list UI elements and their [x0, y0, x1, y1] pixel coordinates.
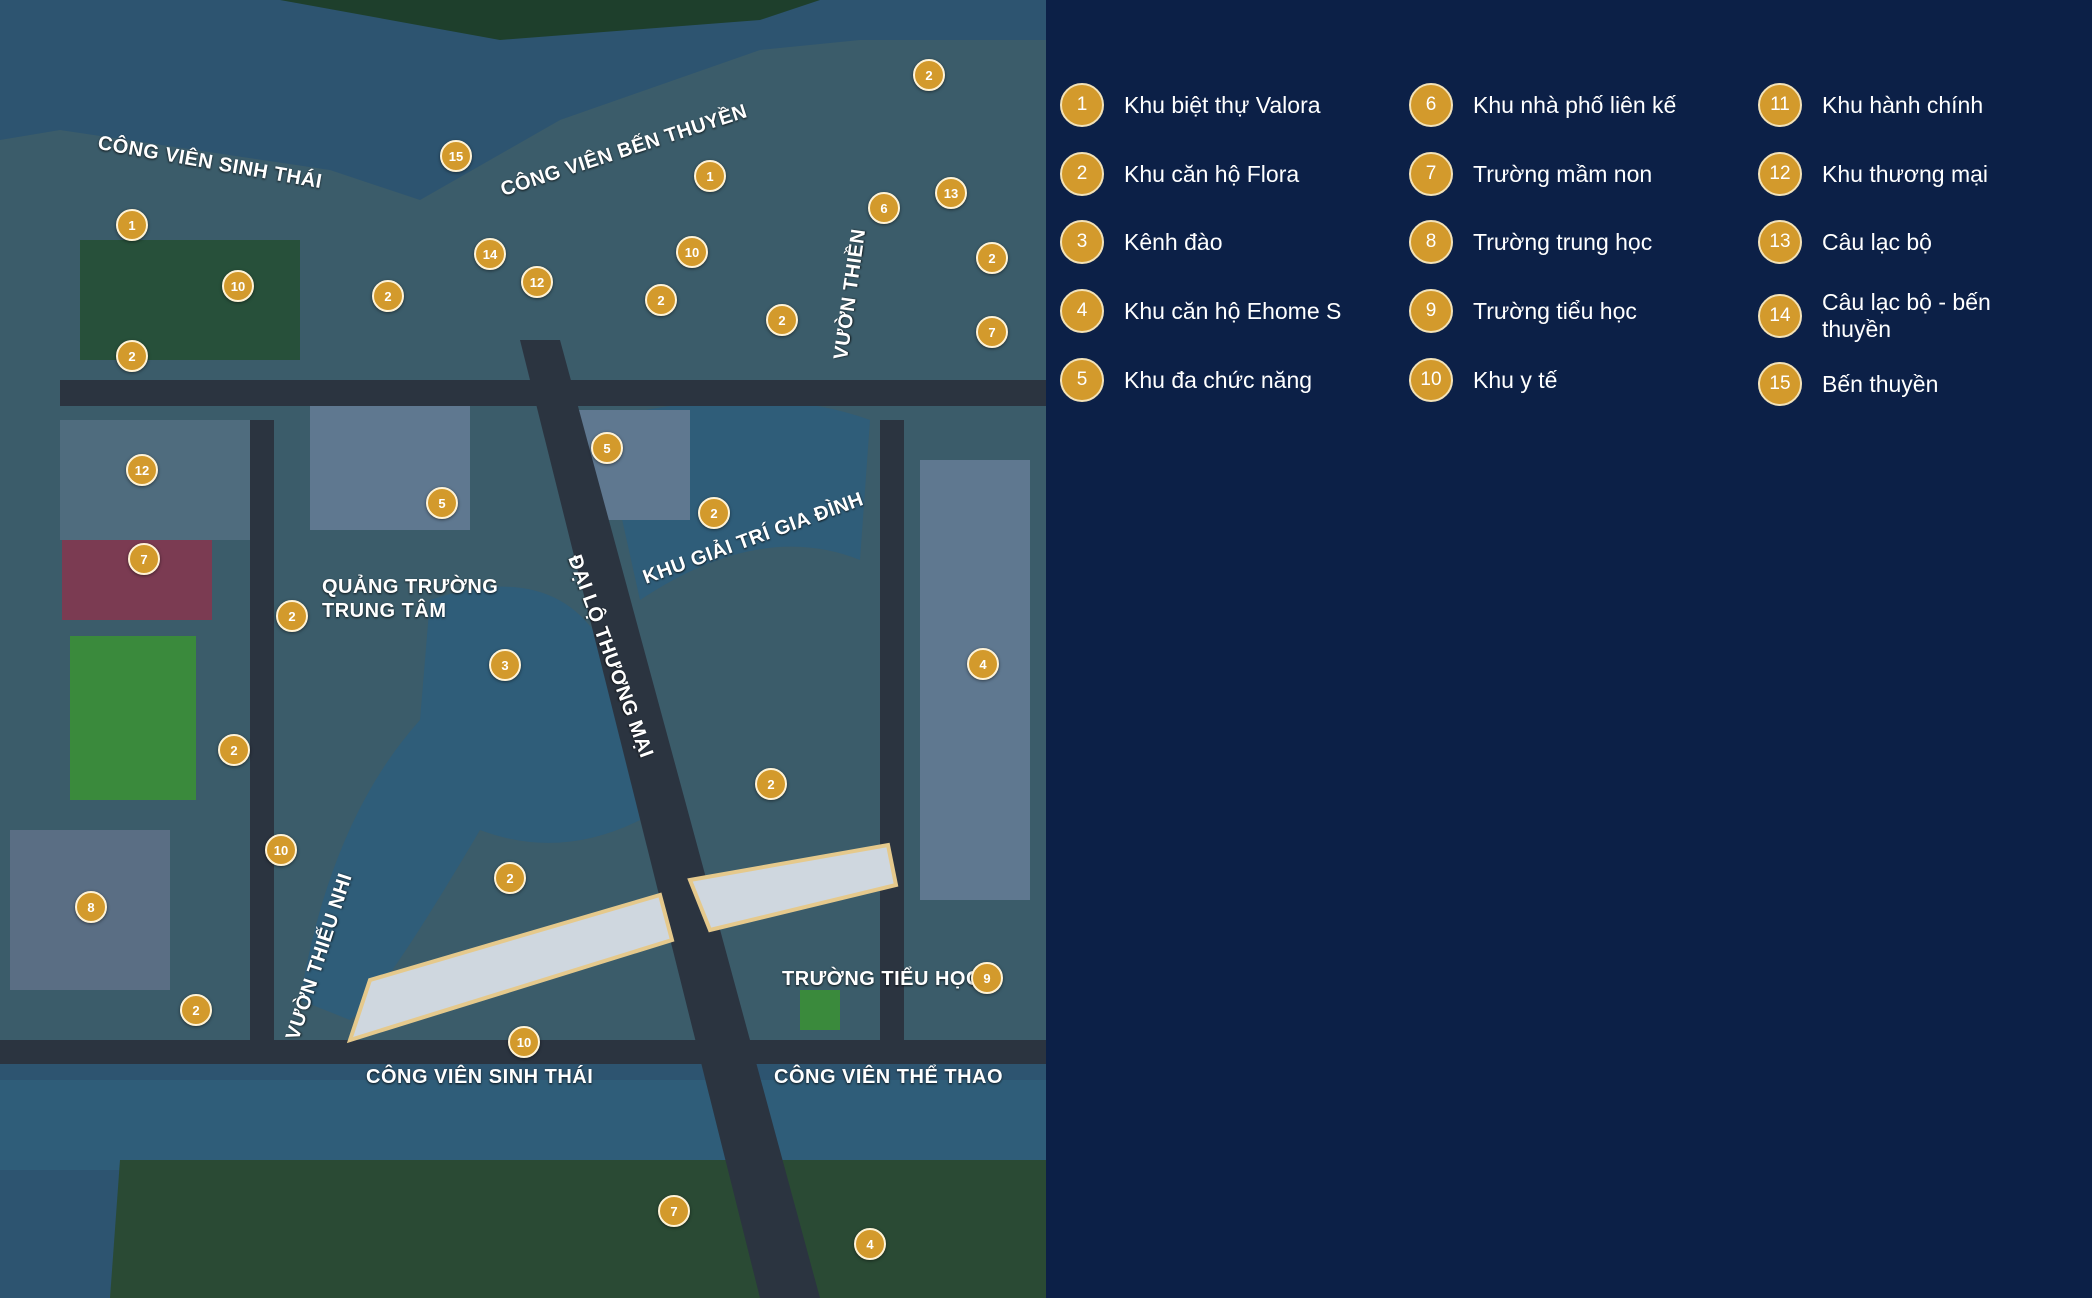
legend-label: Khu đa chức năng — [1124, 366, 1313, 393]
map-marker[interactable]: 2 — [180, 994, 212, 1026]
legend-number: 7 — [1409, 152, 1453, 196]
legend-item: 4 Khu căn hộ Ehome S — [1060, 289, 1354, 333]
legend-number: 12 — [1758, 152, 1802, 196]
legend-label: Khu biệt thự Valora — [1124, 91, 1321, 118]
map-label-quang-truong: QUẢNG TRƯỜNG — [322, 576, 499, 598]
legend-item: 15 Bến thuyền — [1758, 362, 2052, 406]
map-marker[interactable]: 2 — [645, 284, 677, 316]
map-marker[interactable]: 10 — [676, 236, 708, 268]
map-marker[interactable]: 7 — [128, 543, 160, 575]
legend-item: 2 Khu căn hộ Flora — [1060, 152, 1354, 196]
legend-item: 5 Khu đa chức năng — [1060, 358, 1354, 402]
legend-number: 2 — [1060, 152, 1104, 196]
map-marker[interactable]: 2 — [698, 497, 730, 529]
map-marker[interactable]: 2 — [116, 340, 148, 372]
map-marker[interactable]: 2 — [976, 242, 1008, 274]
map-marker[interactable]: 2 — [218, 734, 250, 766]
map-marker[interactable]: 4 — [854, 1228, 886, 1260]
legend-item: 9 Trường tiểu học — [1409, 289, 1703, 333]
legend-label: Câu lạc bộ — [1822, 228, 1932, 255]
legend-label: Câu lạc bộ - bến thuyền — [1822, 289, 1991, 342]
map-marker[interactable]: 12 — [521, 266, 553, 298]
map-marker[interactable]: 7 — [658, 1195, 690, 1227]
map-marker[interactable]: 2 — [766, 304, 798, 336]
legend-number: 13 — [1758, 220, 1802, 264]
map-marker[interactable]: 10 — [508, 1026, 540, 1058]
legend-item: 14 Câu lạc bộ - bến thuyền — [1758, 289, 2052, 343]
legend-label: Khu y tế — [1473, 366, 1558, 393]
legend-label: Khu thương mại — [1822, 160, 1989, 187]
map-marker[interactable]: 8 — [75, 891, 107, 923]
map-marker[interactable]: 4 — [967, 648, 999, 680]
legend-number: 4 — [1060, 289, 1104, 333]
map-label-cong-vien-sinh-thai-south: CÔNG VIÊN SINH THÁI — [366, 1066, 594, 1088]
legend-item: 6 Khu nhà phố liên kế — [1409, 83, 1703, 127]
map-label-trung-tam: TRUNG TÂM — [322, 600, 447, 622]
map-marker[interactable]: 10 — [222, 270, 254, 302]
legend-item: 3 Kênh đào — [1060, 220, 1354, 264]
legend-label: Kênh đào — [1124, 228, 1223, 255]
map-marker[interactable]: 2 — [494, 862, 526, 894]
legend-item: 7 Trường mầm non — [1409, 152, 1703, 196]
map-marker[interactable]: 7 — [976, 316, 1008, 348]
legend-number: 6 — [1409, 83, 1453, 127]
map-marker[interactable]: 2 — [755, 768, 787, 800]
map-marker[interactable]: 10 — [265, 834, 297, 866]
legend-number: 3 — [1060, 220, 1104, 264]
map-label-cong-vien-the-thao: CÔNG VIÊN THỂ THAO — [774, 1066, 1004, 1088]
legend-label: Khu hành chính — [1822, 91, 1984, 118]
map-marker[interactable]: 2 — [276, 600, 308, 632]
legend-label: Khu căn hộ Ehome S — [1124, 297, 1342, 324]
legend-item: 13 Câu lạc bộ — [1758, 220, 2052, 264]
legend-number: 8 — [1409, 220, 1453, 264]
legend-item: 11 Khu hành chính — [1758, 83, 2052, 127]
map-marker[interactable]: 5 — [591, 432, 623, 464]
map-marker[interactable]: 3 — [489, 649, 521, 681]
map-marker[interactable]: 9 — [971, 962, 1003, 994]
legend-item: 12 Khu thương mại — [1758, 152, 2052, 196]
legend-number: 15 — [1758, 362, 1802, 406]
map-marker[interactable]: 14 — [474, 238, 506, 270]
legend-label: Trường trung học — [1473, 228, 1653, 255]
map-marker[interactable]: 12 — [126, 454, 158, 486]
map-marker[interactable]: 2 — [913, 59, 945, 91]
legend-number: 1 — [1060, 83, 1104, 127]
map-marker[interactable]: 1 — [694, 160, 726, 192]
site-map[interactable]: CÔNG VIÊN SINH THÁI CÔNG VIÊN BẾN THUYỀN… — [0, 0, 1046, 1298]
legend-number: 5 — [1060, 358, 1104, 402]
map-marker[interactable]: 13 — [935, 177, 967, 209]
legend-number: 10 — [1409, 358, 1453, 402]
legend-item: 10 Khu y tế — [1409, 358, 1703, 402]
legend-label: Khu nhà phố liên kế — [1473, 91, 1677, 118]
map-marker[interactable]: 5 — [426, 487, 458, 519]
legend-label: Trường tiểu học — [1473, 297, 1637, 324]
map-marker[interactable]: 1 — [116, 209, 148, 241]
map-marker[interactable]: 15 — [440, 140, 472, 172]
legend-label: Trường mầm non — [1473, 160, 1653, 187]
legend-panel: 1 Khu biệt thự Valora 2 Khu căn hộ Flora… — [1046, 0, 2092, 1298]
legend-item: 1 Khu biệt thự Valora — [1060, 83, 1354, 127]
legend-number: 9 — [1409, 289, 1453, 333]
map-label-truong-tieu-hoc: TRƯỜNG TIỂU HỌC — [782, 968, 981, 990]
legend-label: Khu căn hộ Flora — [1124, 160, 1300, 187]
legend-number: 14 — [1758, 294, 1802, 338]
map-marker[interactable]: 2 — [372, 280, 404, 312]
legend-number: 11 — [1758, 83, 1802, 127]
legend-label: Bến thuyền — [1822, 370, 1939, 397]
map-marker[interactable]: 6 — [868, 192, 900, 224]
legend-item: 8 Trường trung học — [1409, 220, 1703, 264]
